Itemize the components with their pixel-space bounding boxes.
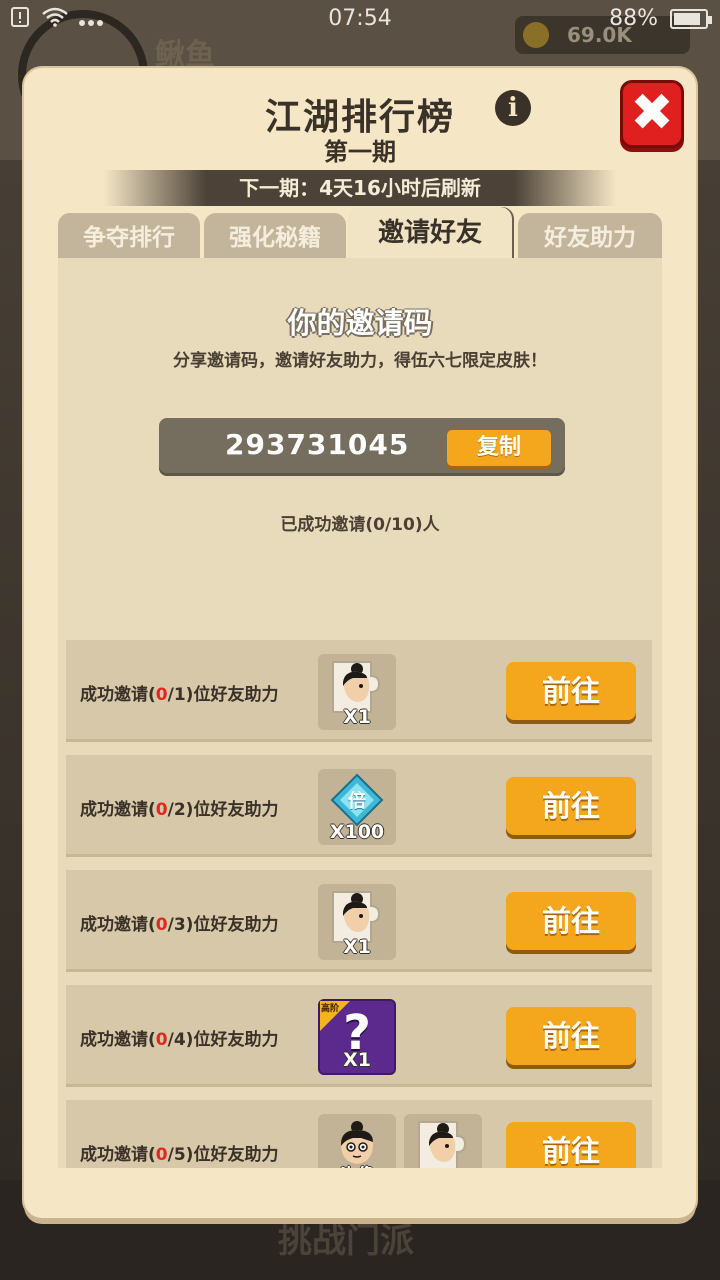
copy-button[interactable]: 复制 [447, 430, 551, 466]
reward-condition: 成功邀请(0/4)位好友助力 [80, 1030, 279, 1050]
tab-enhance-manual[interactable]: 强化秘籍 [204, 213, 346, 261]
reward-count: X100 [329, 821, 385, 843]
reward-item[interactable]: X1 [318, 884, 396, 960]
tab-compete-ranking[interactable]: 争夺排行 [58, 213, 200, 261]
invite-code-box: 293731045 复制 [159, 418, 565, 476]
reward-row: 成功邀请(0/5)位好友助力 头像 [66, 1100, 652, 1168]
refresh-countdown: 下一期：4天16小时后刷新 [104, 170, 616, 206]
reward-count: X1 [343, 936, 371, 958]
reward-count: X1 [343, 1049, 371, 1071]
reward-item[interactable]: X2 [404, 1114, 482, 1168]
tab-invite-friends[interactable]: 邀请好友 [348, 207, 512, 261]
reward-item[interactable]: 头像 [318, 1114, 396, 1168]
info-icon[interactable]: i [495, 90, 531, 126]
reward-count: X2 [404, 1166, 482, 1168]
reward-item[interactable]: 倍 X100 [318, 769, 396, 845]
reward-row: 成功邀请(0/4)位好友助力 高阶 ? X1 前往 [66, 985, 652, 1087]
invite-code-value: 293731045 [225, 428, 410, 461]
go-button[interactable]: 前往 [506, 1007, 636, 1065]
invited-count: 已成功邀请(0/10)人 [280, 515, 440, 535]
gem-glyph: 倍 [348, 791, 366, 812]
tab-bar: 争夺排行 强化秘籍 邀请好友 好友助力 [58, 207, 662, 261]
reward-row: 成功邀请(0/2)位好友助力 倍 X100 前往 [66, 755, 652, 857]
reward-row: 成功邀请(0/3)位好友助力 X1 前往 [66, 870, 652, 972]
tab-friend-assist[interactable]: 好友助力 [518, 213, 662, 261]
invite-content: 你的邀请码 分享邀请码，邀请好友助力，得伍六七限定皮肤！ 293731045 复… [58, 258, 662, 1168]
reward-condition: 成功邀请(0/3)位好友助力 [80, 915, 279, 935]
reward-count: 头像 [318, 1161, 396, 1168]
close-icon: ✖ [630, 83, 674, 143]
battery-icon [670, 8, 712, 29]
invite-code-heading: 你的邀请码 [287, 306, 433, 340]
status-bar: 07:54 88% [0, 0, 720, 38]
background-challenge-label: 挑战门派 [278, 1221, 414, 1261]
reward-condition: 成功邀请(0/2)位好友助力 [80, 800, 279, 820]
go-button[interactable]: 前往 [506, 662, 636, 720]
leaderboard-dialog: 江湖排行榜 i 第一期 ✖ 下一期：4天16小时后刷新 争夺排行 强化秘籍 邀请… [24, 68, 696, 1218]
battery-percent: 88% [609, 6, 658, 31]
go-button[interactable]: 前往 [506, 777, 636, 835]
reward-count: X1 [343, 706, 371, 728]
reward-item[interactable]: 高阶 ? X1 [318, 999, 396, 1075]
go-button[interactable]: 前往 [506, 892, 636, 950]
go-button[interactable]: 前往 [506, 1122, 636, 1168]
dialog-subtitle: 第一期 [324, 138, 396, 166]
close-button[interactable]: ✖ [620, 80, 684, 148]
reward-condition: 成功邀请(0/1)位好友助力 [80, 685, 279, 705]
reward-condition: 成功邀请(0/5)位好友助力 [80, 1145, 279, 1165]
character-fragment-icon [418, 1121, 467, 1168]
reward-item[interactable]: X1 [318, 654, 396, 730]
invite-description: 分享邀请码，邀请好友助力，得伍六七限定皮肤！ [173, 351, 547, 371]
reward-row: 成功邀请(0/1)位好友助力 X1 前往 [66, 640, 652, 742]
